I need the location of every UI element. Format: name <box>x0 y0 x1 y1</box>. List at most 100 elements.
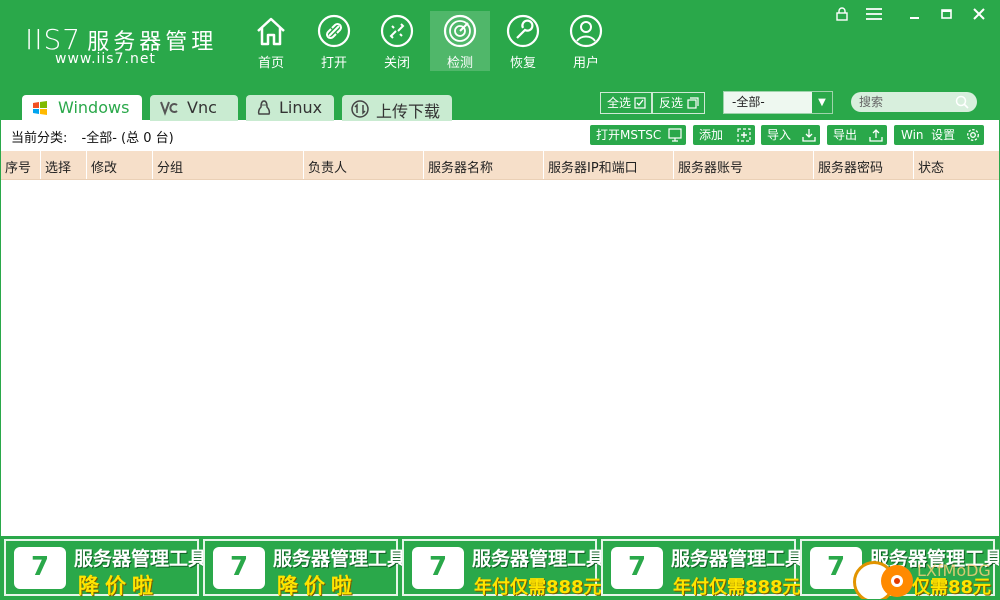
checkbox-checked-icon <box>634 97 646 109</box>
transfer-icon <box>351 100 369 118</box>
menu-button[interactable] <box>865 7 883 27</box>
unlink-icon <box>380 14 414 48</box>
column-divider <box>86 151 87 179</box>
invert-selection-button[interactable]: 反选 <box>652 92 705 114</box>
iis7-logo-icon: 7 <box>611 547 663 589</box>
ad-banner-strip: 7 服务器管理工具 降价啦 7 服务器管理工具 降价啦 7 服务器管理工具 年付… <box>1 536 999 599</box>
close-button[interactable] <box>971 7 987 27</box>
invert-label: 反选 <box>659 96 684 110</box>
col-index[interactable]: 序号 <box>5 157 31 176</box>
ad-banner[interactable]: 7 服务器管理工具 年付仅需888元 <box>402 539 605 598</box>
menu-icon <box>866 8 882 20</box>
watermark-text: LXfMoDG <box>917 561 991 580</box>
tab-label: 上传下载 <box>376 102 441 121</box>
nav-label: 关闭 <box>383 56 410 71</box>
column-divider <box>673 151 674 179</box>
monitor-icon <box>668 128 682 142</box>
iis7-logo-icon: 7 <box>412 547 464 589</box>
tab-transfer[interactable]: 上传下载 <box>342 95 452 121</box>
nav-restore[interactable]: 恢复 <box>493 11 553 71</box>
banner-subtitle: 年付仅需888元 <box>673 577 801 598</box>
group-select[interactable]: -全部- ▼ <box>723 91 833 114</box>
minimize-button[interactable] <box>907 7 923 27</box>
column-divider <box>813 151 814 179</box>
table-header: 序号 选择 修改 分组 负责人 服务器名称 服务器IP和端口 服务器账号 服务器… <box>1 151 999 180</box>
nav-label: 恢复 <box>509 56 536 71</box>
import-label: 导入 <box>767 128 792 142</box>
server-list[interactable] <box>1 180 999 536</box>
nav-label: 打开 <box>320 56 347 71</box>
col-group[interactable]: 分组 <box>157 157 183 176</box>
banner-subtitle: 降价啦 <box>277 574 358 598</box>
title-bar: IIS7 服务器管理 www.iis7.net 首页 打开 关闭 检测 恢复 用… <box>1 1 999 121</box>
add-icon <box>737 128 751 142</box>
open-mstsc-button[interactable]: 打开MSTSC <box>590 125 686 145</box>
add-button[interactable]: 添加 <box>693 125 755 145</box>
tab-label: Vnc <box>187 98 217 117</box>
minimize-icon <box>910 17 919 19</box>
chevron-down-icon: ▼ <box>812 92 832 113</box>
nav-user[interactable]: 用户 <box>556 11 616 71</box>
col-server-name[interactable]: 服务器名称 <box>428 157 493 176</box>
column-divider <box>152 151 153 179</box>
close-icon <box>973 8 985 20</box>
lock-button[interactable] <box>835 7 849 27</box>
user-icon <box>569 14 603 48</box>
current-category: 当前分类: -全部- (总 0 台) <box>11 127 174 146</box>
win-settings-button[interactable]: Win 设置 <box>894 125 984 145</box>
nav-home[interactable]: 首页 <box>241 11 301 71</box>
nav-close[interactable]: 关闭 <box>367 11 427 71</box>
col-status[interactable]: 状态 <box>918 157 944 176</box>
mstsc-label: 打开MSTSC <box>596 128 662 142</box>
windows-icon <box>33 101 47 115</box>
add-label: 添加 <box>699 128 724 142</box>
export-label: 导出 <box>833 128 858 142</box>
col-select[interactable]: 选择 <box>45 157 71 176</box>
logo: IIS7 服务器管理 www.iis7.net <box>25 23 217 67</box>
maximize-icon <box>941 9 952 19</box>
iis7-logo-icon: 7 <box>14 547 66 589</box>
ad-banner[interactable]: 7 服务器管理工具 降价啦 <box>203 539 406 598</box>
nav-open[interactable]: 打开 <box>304 11 364 71</box>
tab-vnc[interactable]: Vnc <box>150 95 238 121</box>
select-all-button[interactable]: 全选 <box>600 92 652 114</box>
maximize-button[interactable] <box>939 7 955 27</box>
category-label: 当前分类: <box>11 131 68 146</box>
tab-windows[interactable]: Windows <box>22 95 142 121</box>
select-all-label: 全选 <box>607 96 632 110</box>
logo-url: www.iis7.net <box>55 51 156 67</box>
app-window: IIS7 服务器管理 www.iis7.net 首页 打开 关闭 检测 恢复 用… <box>0 0 1000 600</box>
win-settings-label: Win 设置 <box>901 128 956 142</box>
tab-linux[interactable]: Linux <box>246 95 334 121</box>
column-divider <box>543 151 544 179</box>
gear-icon <box>967 129 979 141</box>
banner-title: 服务器管理工具 <box>273 548 407 570</box>
search-input[interactable]: 搜索 <box>851 92 977 112</box>
nav-detect[interactable]: 检测 <box>430 11 490 71</box>
category-value: -全部- (总 0 台) <box>81 131 174 146</box>
banner-title: 服务器管理工具 <box>74 548 208 570</box>
linux-icon <box>257 100 271 115</box>
column-divider <box>423 151 424 179</box>
banner-subtitle: 降价啦 <box>78 574 159 598</box>
search-placeholder: 搜索 <box>859 95 884 109</box>
import-button[interactable]: 导入 <box>761 125 820 145</box>
col-password[interactable]: 服务器密码 <box>818 157 883 176</box>
col-ip-port[interactable]: 服务器IP和端口 <box>548 157 638 176</box>
group-select-value: -全部- <box>732 95 765 109</box>
tab-label: Windows <box>58 98 130 117</box>
ad-banner[interactable]: 7 服务器管理工具 年付仅需888元 <box>601 539 804 598</box>
search-icon <box>955 95 969 109</box>
link-icon <box>317 14 351 48</box>
ad-banner[interactable]: 7 服务器管理工具 降价啦 <box>4 539 207 598</box>
col-owner[interactable]: 负责人 <box>308 157 347 176</box>
export-button[interactable]: 导出 <box>827 125 887 145</box>
vnc-icon <box>160 101 178 116</box>
banner-title: 服务器管理工具 <box>472 548 606 570</box>
col-account[interactable]: 服务器账号 <box>678 157 743 176</box>
banner-title: 服务器管理工具 <box>671 548 805 570</box>
nav-label: 用户 <box>572 56 599 71</box>
home-icon <box>257 17 285 46</box>
banner-subtitle: 年付仅需888元 <box>474 577 602 598</box>
col-edit[interactable]: 修改 <box>91 157 117 176</box>
